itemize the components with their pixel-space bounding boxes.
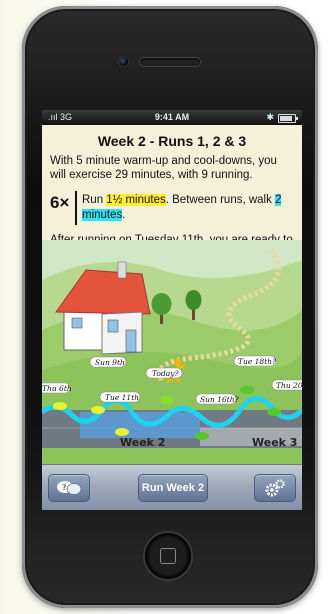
home-button[interactable]	[145, 533, 191, 579]
week-label-3: Week 3	[252, 436, 297, 449]
page-title: Week 2 - Runs 1, 2 & 3	[97, 133, 247, 149]
repetitions-divider	[75, 191, 77, 225]
day-label-tue-18: Tue 18th?	[238, 357, 277, 366]
bottom-toolbar: ? Run Week 2	[42, 464, 302, 510]
camera-icon	[119, 57, 128, 66]
bluetooth-icon: ✱	[266, 112, 274, 122]
instruction-pre: Run	[82, 194, 107, 206]
gears-icon	[265, 479, 285, 497]
status-bar: .ııl 3G 9:41 AM ✱	[42, 110, 302, 125]
settings-button[interactable]	[254, 474, 296, 502]
run-instruction: Run 1½ minutes. Between runs, walk 2 min…	[82, 193, 294, 223]
instruction-post: .	[122, 209, 126, 221]
phone-frame: .ııl 3G 9:41 AM ✱ Week 2 - Runs 1, 2 & 3…	[22, 6, 318, 608]
day-label-thu-6: Thu 6th	[42, 384, 72, 393]
day-label-sun-16: Sun 16th?	[200, 395, 240, 404]
day-label-thu-20: Thu 20th?	[276, 381, 302, 390]
svg-text:?: ?	[62, 483, 67, 492]
instruction-mid: . Between runs, walk	[165, 194, 276, 206]
status-time: 9:41 AM	[154, 112, 190, 122]
day-label-today: Today?	[152, 369, 179, 378]
speech-bubbles-icon: ?	[57, 481, 82, 495]
help-button[interactable]: ?	[48, 474, 90, 502]
day-label-sun-9: Sun 9th	[95, 358, 125, 367]
run-week-button[interactable]: Run Week 2	[138, 474, 208, 502]
battery-icon	[278, 114, 298, 123]
speaker-grille	[140, 58, 200, 66]
app-screen: .ııl 3G 9:41 AM ✱ Week 2 - Runs 1, 2 & 3…	[42, 110, 302, 510]
run-duration: 1½ minutes	[106, 194, 166, 206]
day-label-tue-11: Tue 11th	[105, 393, 139, 402]
progress-map: Thu 6th Sun 9th Tue 11th Today? Sun 16th…	[42, 240, 302, 465]
intro-text: With 5 minute warm-up and cool-downs, yo…	[50, 155, 277, 181]
week-label-2: Week 2	[120, 436, 165, 449]
repetitions-count: 6×	[50, 193, 70, 212]
